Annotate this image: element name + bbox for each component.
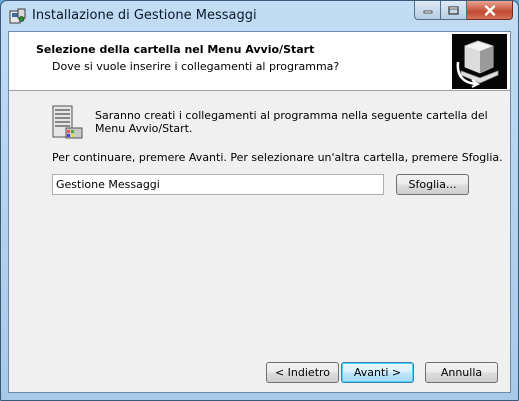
program-folder-icon xyxy=(52,105,83,139)
setup-window: Installazione di Gestione Messaggi Selez… xyxy=(0,0,519,401)
close-icon xyxy=(484,4,495,16)
instruction-text: Per continuare, premere Avanti. Per sele… xyxy=(52,151,503,164)
page-subtitle: Dove si vuole inserire i collegamenti al… xyxy=(52,60,340,73)
next-button[interactable]: Avanti > xyxy=(341,362,414,383)
start-menu-folder-input[interactable] xyxy=(52,174,384,195)
back-button[interactable]: < Indietro xyxy=(266,362,339,383)
wizard-header: Selezione della cartella nel Menu Avvio/… xyxy=(9,32,510,91)
close-button[interactable] xyxy=(467,1,513,20)
maximize-button[interactable] xyxy=(441,1,467,20)
minimize-icon xyxy=(423,10,432,14)
wizard-client-area: Selezione della cartella nel Menu Avvio/… xyxy=(8,31,511,393)
installer-app-icon[interactable] xyxy=(9,8,26,25)
maximize-icon xyxy=(448,5,459,15)
cancel-button[interactable]: Annulla xyxy=(425,362,498,383)
caption-buttons xyxy=(414,1,513,21)
computer-install-icon xyxy=(452,34,507,89)
browse-button[interactable]: Sfoglia... xyxy=(396,174,469,195)
page-title: Selezione della cartella nel Menu Avvio/… xyxy=(36,43,315,56)
title-bar[interactable]: Installazione di Gestione Messaggi xyxy=(1,1,518,31)
folder-info-text: Saranno creati i collegamenti al program… xyxy=(95,109,488,135)
window-title: Installazione di Gestione Messaggi xyxy=(32,8,257,23)
minimize-button[interactable] xyxy=(414,1,441,20)
